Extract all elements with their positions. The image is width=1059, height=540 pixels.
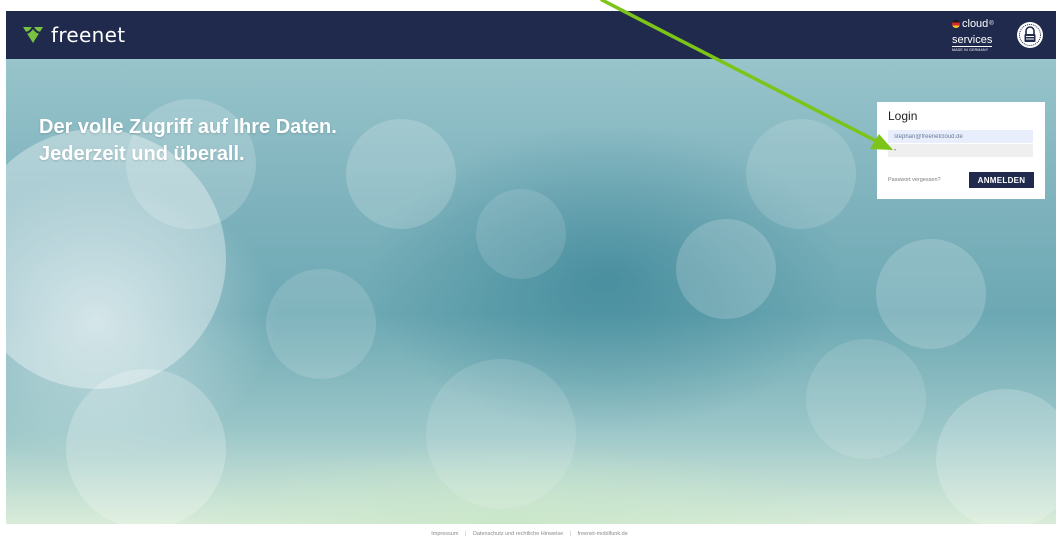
cloud-badge-line3: MADE IN GERMANY (952, 48, 989, 52)
footer-link-mobilfunk[interactable]: freenet-mobilfunk.de (578, 531, 628, 537)
login-title: Login (888, 109, 918, 123)
hero-headline: Der volle Zugriff auf Ihre Daten. Jederz… (39, 114, 337, 168)
hero-headline-line1: Der volle Zugriff auf Ihre Daten. (39, 116, 337, 138)
bokeh-light (346, 119, 456, 229)
bokeh-light (806, 339, 926, 459)
email-field[interactable] (888, 130, 1033, 143)
freenet-heart-logo-icon (23, 26, 43, 43)
germany-flag-icon (952, 20, 960, 28)
freenet-logo[interactable]: freenet (22, 23, 125, 47)
security-seal-lock-icon (1017, 22, 1043, 48)
cloud-badge-registered: ® (989, 21, 994, 27)
bokeh-light (426, 359, 576, 509)
footer-link-impressum[interactable]: Impressum (431, 531, 458, 537)
login-submit-button[interactable]: ANMELDEN (969, 172, 1034, 188)
top-bar: freenet cloud ® services MADE IN GERMANY (6, 11, 1056, 59)
page: freenet cloud ® services MADE IN GERMANY (0, 0, 1059, 540)
bokeh-light (876, 239, 986, 349)
footer-separator: | (569, 531, 572, 537)
footer-separator: | (464, 531, 467, 537)
login-actions: Passwort vergessen? ANMELDEN (888, 172, 1034, 188)
bokeh-light (66, 369, 226, 524)
password-field[interactable] (888, 144, 1033, 157)
hero-headline-line2: Jederzeit und überall. (39, 143, 245, 165)
footer: Impressum | Datenschutz und rechtliche H… (0, 530, 1059, 538)
forgot-password-link[interactable]: Passwort vergessen? (888, 177, 941, 183)
bokeh-light (746, 119, 856, 229)
cloud-badge-line1: cloud (962, 18, 989, 30)
brand-name: freenet (51, 23, 126, 47)
cloud-badge-line2: services (952, 34, 993, 47)
bokeh-light (676, 219, 776, 319)
footer-link-privacy[interactable]: Datenschutz und rechtliche Hinweise (473, 531, 563, 537)
cloud-services-badge: cloud ® services MADE IN GERMANY (952, 18, 998, 52)
bokeh-light (266, 269, 376, 379)
bokeh-light (476, 189, 566, 279)
bokeh-light (936, 389, 1056, 524)
login-panel: Login Passwort vergessen? ANMELDEN (877, 102, 1045, 199)
